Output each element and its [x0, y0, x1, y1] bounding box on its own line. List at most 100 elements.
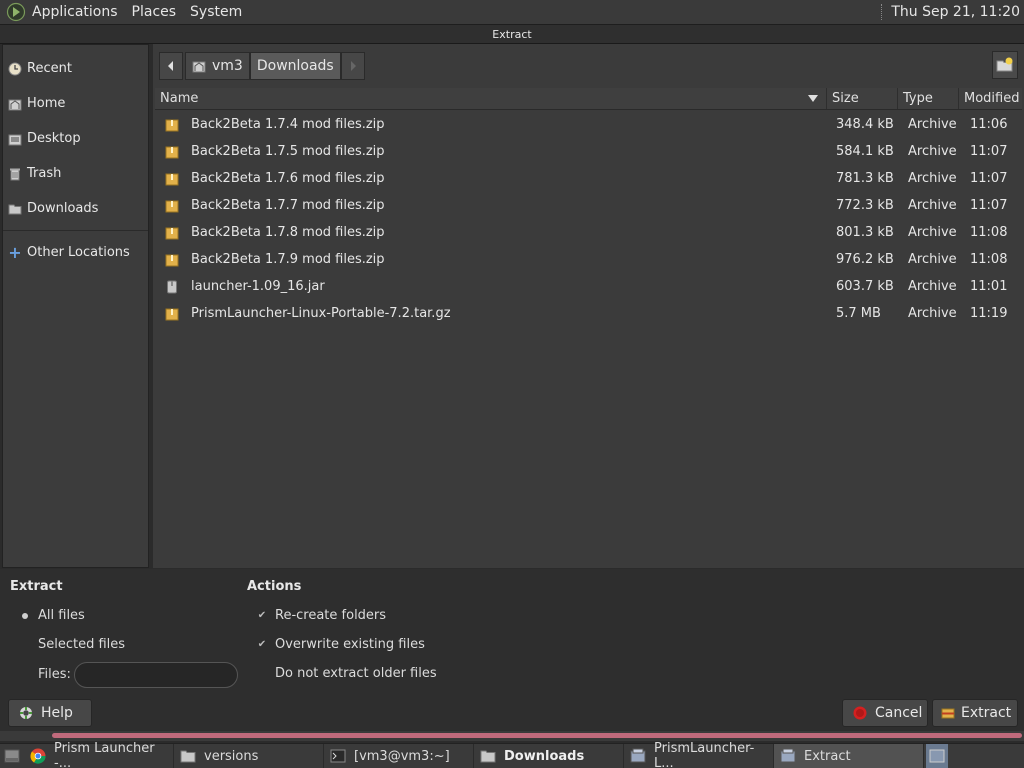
- background-window-edge: [52, 733, 1022, 738]
- sidebar-item-label: Home: [27, 96, 66, 111]
- file-row[interactable]: Back2Beta 1.7.7 mod files.zip 772.3 kB A…: [155, 192, 1022, 219]
- chevron-left-icon: [168, 61, 173, 71]
- file-row[interactable]: Back2Beta 1.7.8 mod files.zip 801.3 kB A…: [155, 219, 1022, 246]
- dialog-title[interactable]: Extract: [0, 25, 1024, 44]
- selected-files-radio[interactable]: Selected files: [20, 637, 125, 652]
- clock[interactable]: Thu Sep 21, 11:20: [891, 4, 1020, 20]
- file-row[interactable]: Back2Beta 1.7.4 mod files.zip 348.4 kB A…: [155, 111, 1022, 138]
- recreate-folders-checkbox[interactable]: ✔ Re-create folders: [257, 608, 386, 623]
- file-name: launcher-1.09_16.jar: [191, 279, 325, 294]
- overwrite-files-label: Overwrite existing files: [275, 637, 425, 652]
- no-older-files-label: Do not extract older files: [275, 666, 437, 681]
- task-label: [vm3@vm3:~]: [354, 748, 450, 764]
- extract-options-panel: Extract All files Selected files Files: …: [0, 569, 1024, 731]
- sidebar-item-home[interactable]: Home: [3, 86, 148, 121]
- path-forward-button[interactable]: [340, 52, 365, 80]
- file-modified: 11:08: [970, 225, 1008, 240]
- file-type: Archive: [908, 144, 957, 159]
- sidebar-item-other-locations[interactable]: + Other Locations: [3, 235, 148, 270]
- radio-selected-icon: [20, 611, 30, 621]
- new-folder-button[interactable]: [992, 51, 1018, 79]
- sidebar-item-downloads[interactable]: Downloads: [3, 191, 148, 226]
- task-prism-launcher[interactable]: Prism Launcher -...: [24, 741, 174, 768]
- file-row[interactable]: Back2Beta 1.7.6 mod files.zip 781.3 kB A…: [155, 165, 1022, 192]
- path-segment-label: Downloads: [256, 58, 334, 74]
- file-modified: 11:07: [970, 198, 1008, 213]
- actions-section-title: Actions: [247, 579, 302, 594]
- cancel-button[interactable]: Cancel: [842, 699, 928, 727]
- overwrite-files-checkbox[interactable]: ✔ Overwrite existing files: [257, 637, 425, 652]
- column-size[interactable]: Size: [827, 88, 898, 109]
- selected-files-label: Selected files: [38, 637, 126, 652]
- task-versions[interactable]: versions: [174, 743, 324, 768]
- file-size: 5.7 MB: [836, 306, 881, 321]
- task-prismlauncher-archive[interactable]: PrismLauncher-L...: [624, 741, 774, 768]
- file-type: Archive: [908, 198, 957, 213]
- column-name-label: Name: [160, 91, 199, 106]
- archive-icon: [165, 146, 179, 158]
- files-pattern-radio[interactable]: Files:: [20, 667, 71, 682]
- file-size: 584.1 kB: [836, 144, 894, 159]
- file-type: Archive: [908, 117, 957, 132]
- file-modified: 11:06: [970, 117, 1008, 132]
- task-downloads[interactable]: Downloads: [474, 743, 624, 768]
- sidebar-item-recent[interactable]: Recent: [3, 51, 148, 86]
- file-name: Back2Beta 1.7.4 mod files.zip: [191, 117, 385, 132]
- cancel-icon: [853, 706, 867, 720]
- file-modified: 11:19: [970, 306, 1008, 321]
- workspace-switcher[interactable]: [926, 743, 948, 768]
- archive-icon: [165, 200, 179, 212]
- jar-icon: [167, 280, 177, 293]
- file-row[interactable]: Back2Beta 1.7.5 mod files.zip 584.1 kB A…: [155, 138, 1022, 165]
- sidebar-item-label: Trash: [27, 166, 62, 181]
- task-label: PrismLauncher-L...: [654, 741, 755, 768]
- file-row[interactable]: launcher-1.09_16.jar 603.7 kB Archive 11…: [155, 273, 1022, 300]
- file-size: 603.7 kB: [836, 279, 894, 294]
- archive-icon: [165, 173, 179, 185]
- file-size: 976.2 kB: [836, 252, 894, 267]
- file-modified: 11:07: [970, 171, 1008, 186]
- top-panel: Applications Places System Thu Sep 21, 1…: [0, 0, 1024, 25]
- task-terminal[interactable]: [vm3@vm3:~]: [324, 743, 474, 768]
- all-files-label: All files: [38, 608, 85, 623]
- column-header: Name Size Type Modified: [155, 88, 1022, 110]
- home-icon: [7, 96, 23, 112]
- sidebar-item-trash[interactable]: Trash: [3, 156, 148, 191]
- task-extract[interactable]: Extract: [774, 743, 924, 768]
- file-modified: 11:07: [970, 144, 1008, 159]
- path-bar: vm3 Downloads: [159, 51, 365, 81]
- help-button[interactable]: Help: [8, 699, 92, 727]
- file-row[interactable]: PrismLauncher-Linux-Portable-7.2.tar.gz …: [155, 300, 1022, 327]
- column-type[interactable]: Type: [898, 88, 959, 109]
- file-name: Back2Beta 1.7.5 mod files.zip: [191, 144, 385, 159]
- chrome-icon: [30, 748, 46, 764]
- file-name: Back2Beta 1.7.7 mod files.zip: [191, 198, 385, 213]
- no-older-files-checkbox[interactable]: Do not extract older files: [257, 666, 437, 681]
- extract-button[interactable]: Extract: [932, 699, 1018, 727]
- file-size: 348.4 kB: [836, 117, 894, 132]
- applications-menu[interactable]: Applications: [32, 4, 118, 20]
- files-pattern-input[interactable]: [74, 662, 238, 688]
- column-modified[interactable]: Modified: [959, 88, 1022, 109]
- sidebar-item-label: Other Locations: [27, 245, 130, 260]
- places-sidebar: Recent Home Desktop Trash Downloads + Ot…: [2, 44, 149, 568]
- extract-label: Extract: [961, 705, 1012, 721]
- checkmark-icon: ✔: [257, 639, 267, 650]
- workspace-icon: [929, 749, 945, 763]
- home-icon: [192, 61, 206, 73]
- mate-logo-icon[interactable]: [6, 2, 26, 22]
- places-menu[interactable]: Places: [132, 4, 177, 20]
- sidebar-item-desktop[interactable]: Desktop: [3, 121, 148, 156]
- radio-unselected-icon: [20, 670, 30, 680]
- file-row[interactable]: Back2Beta 1.7.9 mod files.zip 976.2 kB A…: [155, 246, 1022, 273]
- path-back-button[interactable]: [159, 52, 183, 80]
- task-label: versions: [204, 748, 259, 764]
- path-segment-vm3[interactable]: vm3: [185, 52, 250, 80]
- archive-manager-icon: [630, 748, 646, 764]
- path-segment-downloads[interactable]: Downloads: [249, 52, 341, 80]
- task-label: Prism Launcher -...: [54, 741, 155, 768]
- column-name[interactable]: Name: [155, 88, 827, 109]
- all-files-radio[interactable]: All files: [20, 608, 85, 623]
- show-desktop-button[interactable]: [0, 744, 24, 768]
- system-menu[interactable]: System: [190, 4, 242, 20]
